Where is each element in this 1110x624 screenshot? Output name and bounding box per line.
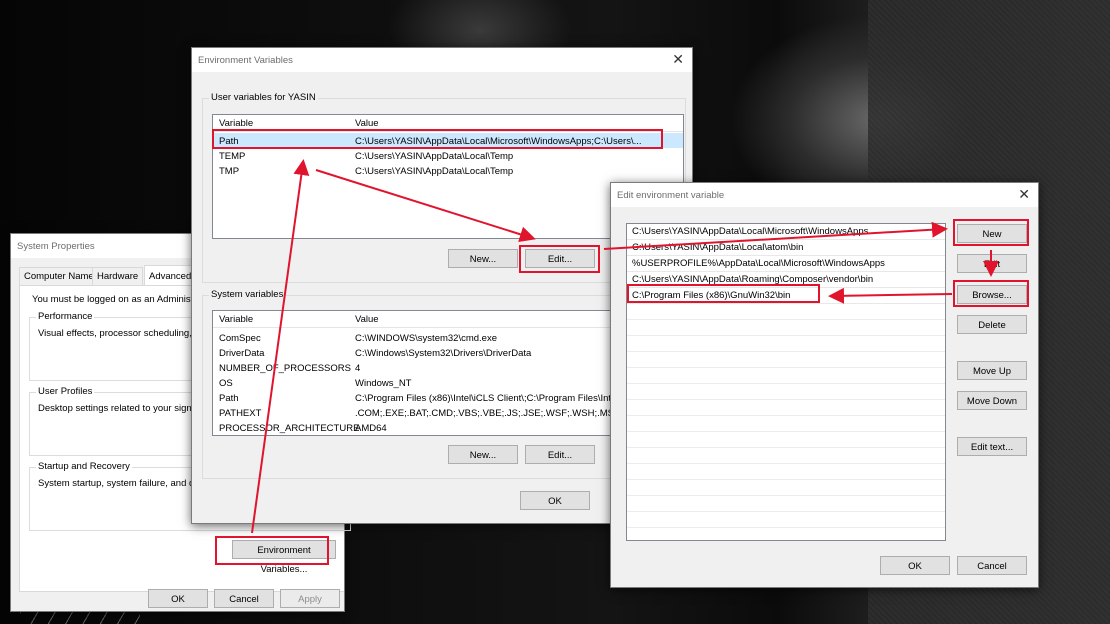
arrow-to-path-row [251, 159, 310, 534]
arrow-to-edit-button [315, 169, 536, 243]
arrow-to-new-button [603, 221, 948, 250]
annotation-arrows [251, 159, 999, 534]
arrow-browse-to-entry [828, 287, 953, 304]
